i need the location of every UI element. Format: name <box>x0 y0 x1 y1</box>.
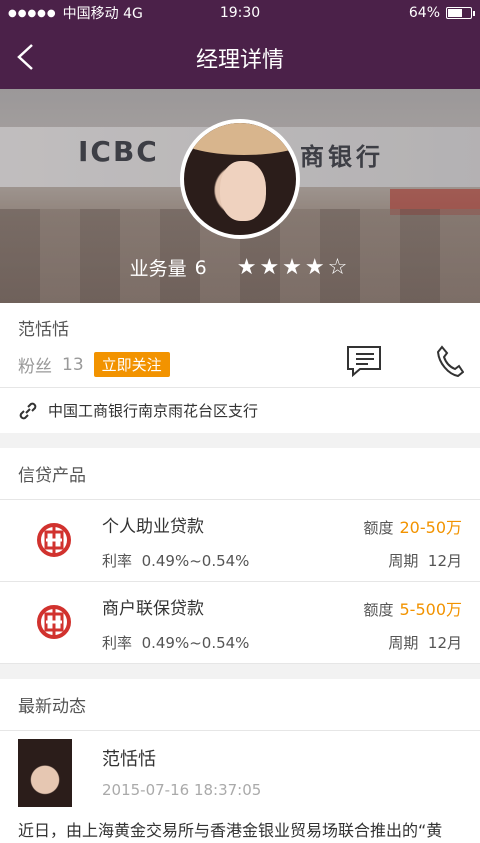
carrier: 中国移动 4G <box>62 6 143 22</box>
message-icon[interactable] <box>346 345 382 377</box>
rate-label: 利率 <box>102 634 133 652</box>
news-author-avatar[interactable] <box>18 739 72 807</box>
loan-rate: 利率 0.49%~0.54% <box>102 632 249 653</box>
manager-name: 范恬恬 <box>18 320 69 340</box>
status-bar: ●●●●● 中国移动 4G 19:30 64% <box>0 0 480 26</box>
amount-value: 20-50万 <box>399 518 463 537</box>
signal-icon: ●●●●● <box>8 7 57 19</box>
top-bar: ●●●●● 中国移动 4G 19:30 64% 经理详情 <box>0 0 480 89</box>
hero-banner: ICBC 商银行 业务量 6 ★★★★☆ <box>0 89 480 303</box>
news-section: 最新动态 范恬恬 2015-07-16 18:37:05 近日，由上海黄金交易所… <box>0 679 480 843</box>
period-value: 12月 <box>427 634 462 652</box>
branch-row[interactable]: 中国工商银行南京雨花台区支行 <box>0 388 480 433</box>
loan-amount: 额度 20-50万 <box>363 514 462 538</box>
loan-products-title: 信贷产品 <box>0 448 480 500</box>
news-title: 最新动态 <box>0 679 480 731</box>
battery-icon <box>446 7 475 19</box>
loan-name: 商户联保贷款 <box>102 599 204 619</box>
link-icon <box>19 402 37 419</box>
amount-label: 额度 <box>363 519 394 537</box>
icbc-logo-icon <box>37 605 71 639</box>
loan-amount: 额度 5-500万 <box>363 596 462 620</box>
business-value: 6 <box>194 256 207 279</box>
period-label: 周期 <box>388 634 419 652</box>
business-stats: 业务量 6 ★★★★☆ <box>0 254 480 281</box>
business-label: 业务量 <box>129 258 187 280</box>
period-label: 周期 <box>388 552 419 570</box>
period-value: 12月 <box>427 552 462 570</box>
amount-value: 5-500万 <box>399 600 463 619</box>
rating-stars: ★★★★☆ <box>236 255 351 280</box>
rate-value: 0.49%~0.54% <box>141 634 250 652</box>
loan-products-section: 信贷产品 个人助业贷款 利率 0.49%~0.54% 额度 20-50万 周期 1… <box>0 448 480 664</box>
rate-label: 利率 <box>102 552 133 570</box>
news-timestamp: 2015-07-16 18:37:05 <box>102 781 262 799</box>
loan-period: 周期 12月 <box>388 550 462 571</box>
loan-period: 周期 12月 <box>388 632 462 653</box>
branch-name: 中国工商银行南京雨花台区支行 <box>48 402 259 420</box>
nav-bar: 经理详情 <box>0 26 480 89</box>
fans-label: 粉丝 <box>18 357 52 377</box>
manager-avatar[interactable] <box>180 119 300 239</box>
profile-card: 范恬恬 粉丝 13 立即关注 <box>0 303 480 388</box>
news-author: 范恬恬 <box>102 749 156 770</box>
icbc-logo-icon <box>37 523 71 557</box>
news-text[interactable]: 近日，由上海黄金交易所与香港金银业贸易场联合推出的“黄 <box>18 817 480 841</box>
loan-name: 个人助业贷款 <box>102 517 204 537</box>
page-title: 经理详情 <box>195 47 284 73</box>
loan-item[interactable]: 个人助业贷款 利率 0.49%~0.54% 额度 20-50万 周期 12月 <box>0 500 480 582</box>
amount-label: 额度 <box>363 601 394 619</box>
rate-value: 0.49%~0.54% <box>141 552 250 570</box>
battery-percent: 64% <box>408 5 440 21</box>
fans-row: 粉丝 13 立即关注 <box>18 352 462 377</box>
fans-count: 13 <box>62 354 84 375</box>
follow-button[interactable]: 立即关注 <box>93 352 170 377</box>
phone-icon[interactable] <box>436 345 464 377</box>
back-arrow-icon[interactable] <box>14 42 38 72</box>
loan-item[interactable]: 商户联保贷款 利率 0.49%~0.54% 额度 5-500万 周期 12月 <box>0 582 480 664</box>
loan-rate: 利率 0.49%~0.54% <box>102 550 249 571</box>
